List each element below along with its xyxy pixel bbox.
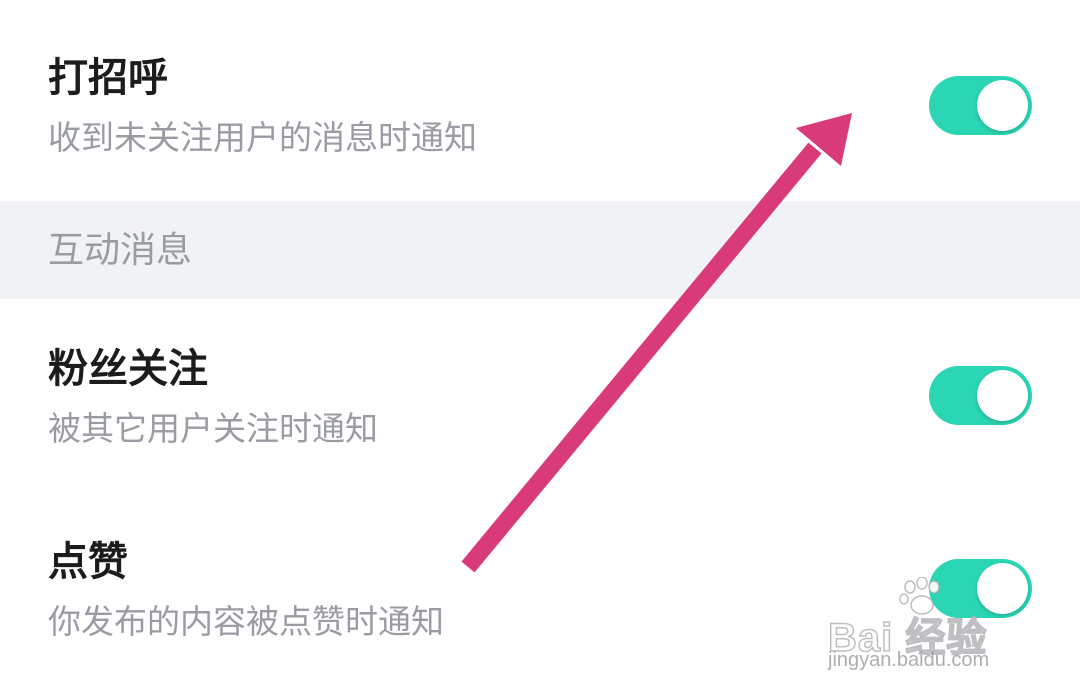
toggle-knob (977, 563, 1028, 614)
setting-desc-likes: 你发布的内容被点赞时通知 (48, 602, 444, 641)
notification-settings-screen: 打招呼 收到未关注用户的消息时通知 互动消息 粉丝关注 被其它用户关注时通知 点… (0, 0, 1080, 694)
greet-toggle[interactable] (929, 76, 1032, 135)
likes-toggle[interactable] (929, 559, 1032, 618)
toggle-knob (977, 80, 1028, 131)
setting-row-greet: 打招呼 收到未关注用户的消息时通知 (0, 0, 1080, 201)
setting-row-likes: 点赞 你发布的内容被点赞时通知 (0, 494, 1080, 694)
setting-desc-followers: 被其它用户关注时通知 (48, 409, 378, 448)
setting-title-followers: 粉丝关注 (48, 346, 208, 392)
section-header-interaction: 互动消息 (0, 201, 1080, 299)
setting-title-greet: 打招呼 (48, 55, 168, 101)
toggle-knob (977, 370, 1028, 421)
followers-toggle[interactable] (929, 366, 1032, 425)
setting-desc-greet: 收到未关注用户的消息时通知 (48, 118, 477, 157)
section-label: 互动消息 (48, 230, 193, 271)
setting-row-followers: 粉丝关注 被其它用户关注时通知 (0, 299, 1080, 494)
setting-title-likes: 点赞 (48, 539, 128, 585)
